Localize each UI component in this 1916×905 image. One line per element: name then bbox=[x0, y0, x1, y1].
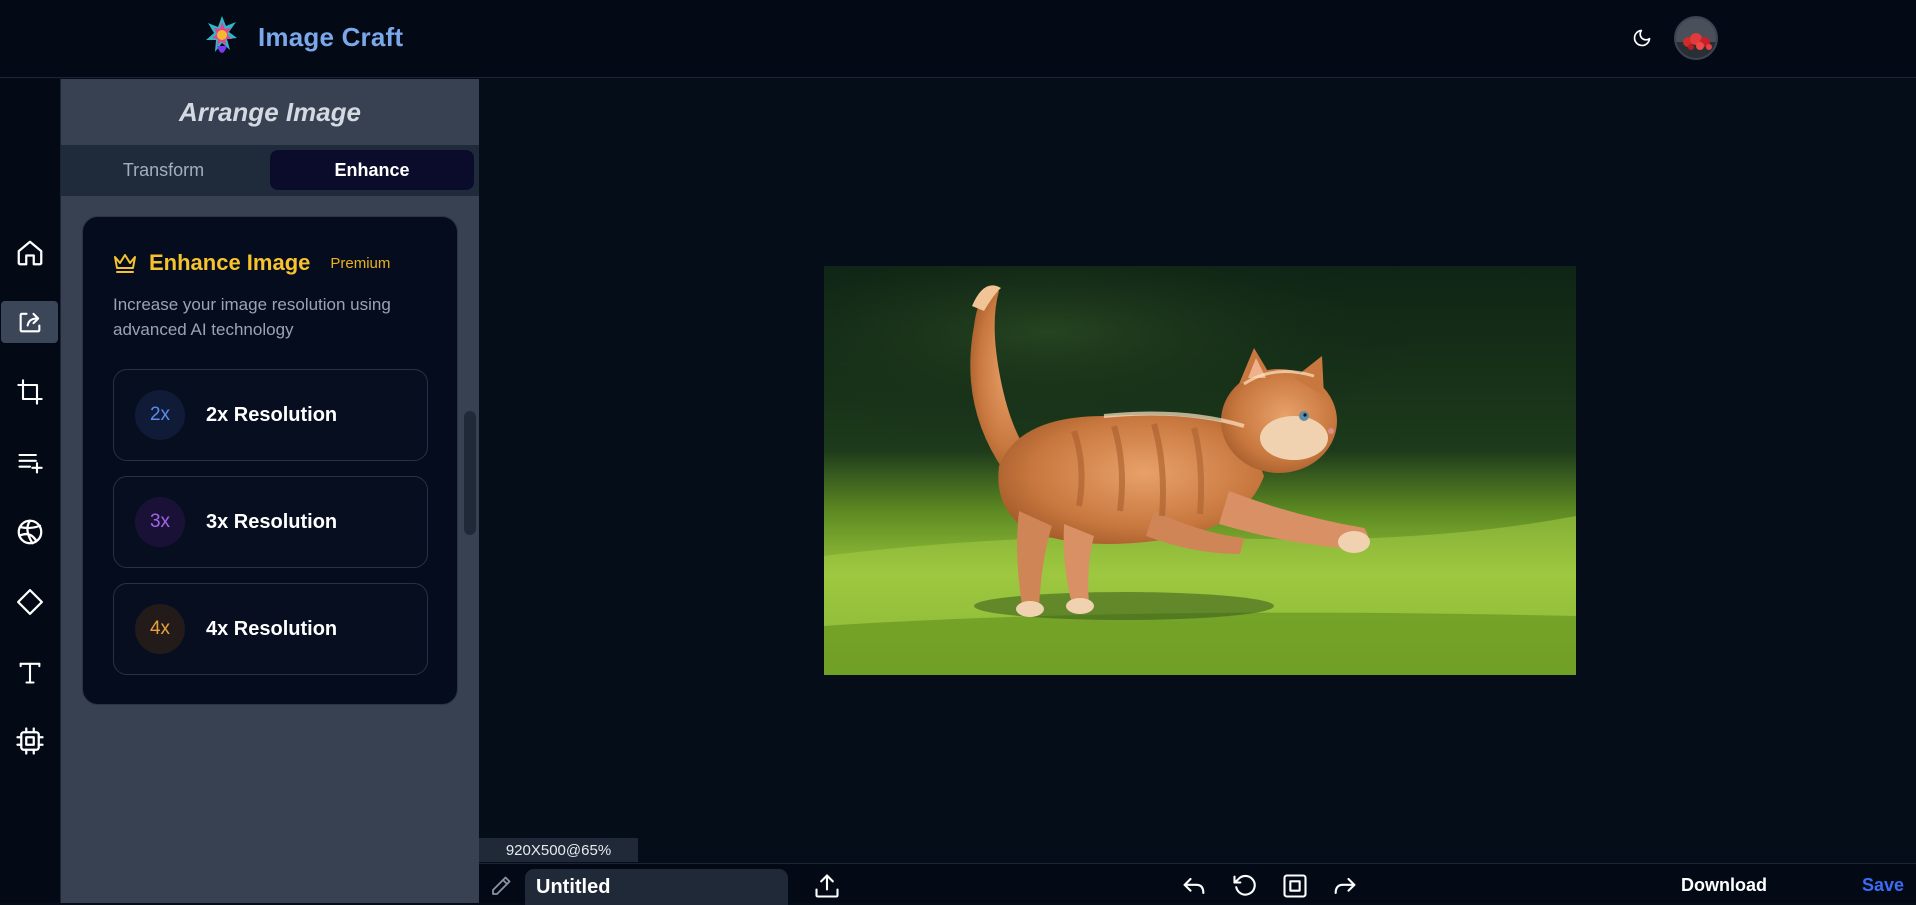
crown-icon bbox=[114, 254, 136, 273]
arrange-panel: Arrange Image Transform Enhance Enhance … bbox=[61, 79, 479, 903]
brand-name[interactable]: Image Craft bbox=[258, 22, 403, 53]
resolution-badge: 2x bbox=[135, 390, 185, 440]
enhance-card-header: Enhance Image Premium bbox=[113, 250, 390, 276]
list-add-icon bbox=[17, 453, 43, 474]
arrange-button[interactable] bbox=[1, 301, 58, 343]
resolution-label: 3x Resolution bbox=[206, 510, 338, 533]
top-header: Image Craft bbox=[0, 0, 1916, 78]
filters-button[interactable] bbox=[1, 511, 58, 553]
logo-icon[interactable] bbox=[203, 12, 241, 62]
aperture-icon bbox=[17, 519, 42, 545]
resolution-3x-option[interactable]: 3x 3x Resolution bbox=[113, 476, 428, 568]
tab-enhance[interactable]: Enhance bbox=[270, 150, 474, 190]
bottom-toolbar: Download Save bbox=[479, 863, 1916, 905]
resolution-badge: 4x bbox=[135, 604, 185, 654]
panel-tabs: Transform Enhance bbox=[61, 145, 479, 196]
kitten-image[interactable] bbox=[824, 266, 1576, 675]
redo-icon[interactable] bbox=[1329, 870, 1361, 902]
add-list-button[interactable] bbox=[1, 441, 58, 483]
avatar[interactable] bbox=[1674, 16, 1718, 60]
panel-scrollbar[interactable] bbox=[464, 411, 476, 535]
chip-icon bbox=[15, 727, 44, 755]
resolution-badge: 3x bbox=[135, 497, 185, 547]
pencil-icon[interactable] bbox=[485, 870, 517, 902]
crop-button[interactable] bbox=[1, 371, 58, 413]
zoom-info: 920X500@65% bbox=[479, 838, 638, 862]
home-button[interactable] bbox=[1, 232, 58, 274]
enhance-card: Enhance Image Premium Increase your imag… bbox=[82, 216, 458, 705]
resolution-label: 2x Resolution bbox=[206, 403, 338, 426]
text-icon bbox=[19, 662, 40, 684]
resolution-label: 4x Resolution bbox=[206, 617, 338, 640]
download-button[interactable]: Download bbox=[1681, 875, 1767, 896]
rotate-ccw-icon[interactable] bbox=[1229, 870, 1261, 902]
ai-chip-button[interactable] bbox=[1, 720, 58, 762]
resolution-4x-option[interactable]: 4x 4x Resolution bbox=[113, 583, 428, 675]
upload-icon[interactable] bbox=[811, 870, 843, 902]
enhance-title: Enhance Image bbox=[149, 250, 311, 275]
text-button[interactable] bbox=[1, 651, 58, 693]
arrange-share-icon bbox=[19, 312, 40, 333]
moon-icon[interactable] bbox=[1628, 24, 1656, 52]
enhance-description: Increase your image resolution using adv… bbox=[113, 295, 391, 339]
undo-icon[interactable] bbox=[1178, 870, 1210, 902]
premium-badge: Premium bbox=[330, 254, 391, 272]
fit-frame-icon[interactable] bbox=[1279, 870, 1311, 902]
save-button[interactable]: Save bbox=[1862, 875, 1904, 896]
panel-title: Arrange Image bbox=[178, 96, 362, 127]
tab-transform[interactable]: Transform bbox=[61, 150, 266, 190]
crop-icon bbox=[16, 379, 43, 405]
home-icon bbox=[17, 240, 42, 266]
resolution-2x-option[interactable]: 2x 2x Resolution bbox=[113, 369, 428, 461]
shapes-button[interactable] bbox=[1, 581, 58, 623]
diamond-icon bbox=[16, 589, 43, 615]
tool-rail bbox=[0, 79, 61, 903]
title-input[interactable] bbox=[525, 869, 788, 905]
